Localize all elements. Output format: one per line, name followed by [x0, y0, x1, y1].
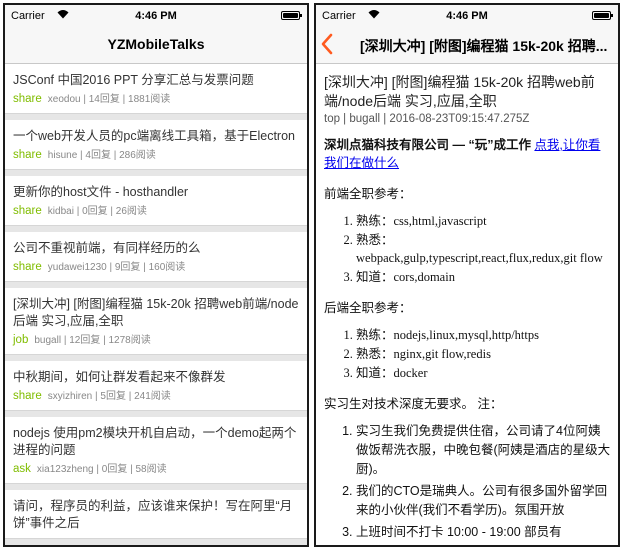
topic-tab-label: job [13, 334, 29, 346]
list-item: 知道：docker [356, 364, 612, 382]
topic-tab-label: share [13, 390, 42, 402]
list-item: 熟悉：webpack,gulp,typescript,react,flux,re… [356, 231, 612, 267]
navigation-bar: YZMobileTalks [5, 27, 307, 64]
topic-title: 更新你的host文件 - hosthandler [13, 185, 189, 199]
topic-list[interactable]: JSConf 中国2016 PPT 分享汇总与发票问题 share xeodou |… [5, 64, 307, 545]
topic-list-item[interactable]: 公司不重视前端，有同样经历的么 share yudawei1230 | 9回复 | … [5, 232, 307, 282]
topic-meta: share yudawei1230 | 9回复 | 160阅读 [13, 260, 299, 275]
topic-title: [深圳大冲] [附图]编程猫 15k-20k 招聘web前端/node后端 实习… [324, 74, 595, 109]
list-item: 熟悉：nginx,git flow,redis [356, 345, 612, 363]
list-item: 实习生我们免费提供住宿，公司请了4位阿姨做饭帮洗衣服，中晚包餐(阿姨是酒店的星级… [356, 422, 612, 479]
topic-list-item[interactable]: JSConf 中国2016 PPT 分享汇总与发票问题 share xeodou |… [5, 64, 307, 114]
topic-stats: xeodou | 14回复 | 1881阅读 [47, 94, 171, 105]
topic-title: 中秋期间，如何让群发看起来不像群发 [13, 370, 226, 384]
topic-title: 一个web开发人员的pc端离线工具箱，基于Electron [13, 129, 295, 143]
topic-tab-label: ask [13, 463, 31, 475]
topic-list-item[interactable]: 更新你的host文件 - hosthandler share kidbai | 0回… [5, 176, 307, 226]
topic-tab-label: share [13, 149, 42, 161]
status-bar: Carrier 4:46 PM [5, 5, 307, 27]
intern-list: 实习生我们免费提供住宿，公司请了4位阿姨做饭帮洗衣服，中晚包餐(阿姨是酒店的星级… [324, 422, 612, 542]
clock: 4:46 PM [446, 10, 488, 22]
list-item: 熟练：css,html,javascript [356, 212, 612, 230]
topic-list-item[interactable]: 一个web开发人员的pc端离线工具箱，基于Electron share hisune… [5, 120, 307, 170]
battery-icon [281, 11, 302, 20]
clock: 4:46 PM [135, 10, 177, 22]
battery-icon [592, 11, 613, 20]
topic-stats: bugall | 12回复 | 1278阅读 [34, 335, 151, 346]
topic-tab-label: share [13, 205, 42, 217]
topic-stats: yudawei1230 | 9回复 | 160阅读 [47, 262, 186, 273]
topic-meta: ask xia123zheng | 0回复 | 58阅读 [13, 462, 299, 477]
frontend-heading: 前端全职参考： [324, 187, 412, 201]
topic-stats: xia123zheng | 0回复 | 58阅读 [36, 464, 167, 475]
topic-meta: share xeodou | 14回复 | 1881阅读 [13, 92, 299, 107]
topic-title: JSConf 中国2016 PPT 分享汇总与发票问题 [13, 73, 254, 87]
topic-list-item[interactable]: 请问，程序员的利益，应该谁来保护！写在阿里“月饼”事件之后 [5, 490, 307, 539]
back-chevron-icon[interactable] [320, 33, 342, 57]
topic-stats: kidbai | 0回复 | 26阅读 [47, 206, 147, 217]
topic-list-screen: Carrier 4:46 PM YZMobileTalks JSConf 中国2… [3, 3, 309, 547]
list-item: 知道：cors,domain [356, 268, 612, 286]
topic-meta: share sxyizhiren | 5回复 | 241阅读 [13, 389, 299, 404]
list-item: 上班时间不打卡 10:00 - 19:00 部员有 [356, 523, 612, 542]
list-item: 熟练：nodejs,linux,mysql,http/https [356, 326, 612, 344]
backend-list: 熟练：nodejs,linux,mysql,http/https 熟悉：ngin… [324, 326, 612, 382]
list-item: 我们的CTO是瑞典人。公司有很多国外留学回来的小伙伴(我们不看学历)。氛围开放 [356, 482, 612, 520]
topic-tab-label: share [13, 93, 42, 105]
topic-title: 请问，程序员的利益，应该谁来保护！写在阿里“月饼”事件之后 [13, 499, 293, 530]
topic-body: 深圳点猫科技有限公司 — “玩”成工作 点我,让你看我们在做什么 前端全职参考：… [324, 136, 612, 542]
topic-list-item[interactable]: nodejs 使用pm2模块开机自启动，一个demo起两个进程的问题 ask xia… [5, 417, 307, 484]
topic-list-item[interactable]: 中秋期间，如何让群发看起来不像群发 share sxyizhiren | 5回复 |… [5, 361, 307, 411]
topic-stats: hisune | 4回复 | 286阅读 [47, 150, 156, 161]
topic-title: [深圳大冲] [附图]编程猫 15k-20k 招聘web前端/node后端 实习… [13, 297, 299, 328]
navigation-bar: [深圳大冲] [附图]编程猫 15k-20k 招聘... [316, 27, 618, 64]
intern-heading: 实习生对技术深度无要求。 注： [324, 397, 503, 411]
headline-text: 深圳点猫科技有限公司 — “玩”成工作 [324, 138, 535, 152]
topic-tab-label: share [13, 261, 42, 273]
topic-stats: sxyizhiren | 5回复 | 241阅读 [47, 391, 171, 402]
topic-meta: top | bugall | 2016-08-23T09:15:47.275Z [324, 113, 530, 125]
topic-meta: share hisune | 4回复 | 286阅读 [13, 148, 299, 163]
nav-title: YZMobileTalks [107, 36, 205, 52]
nav-title: [深圳大冲] [附图]编程猫 15k-20k 招聘... [360, 38, 608, 54]
status-bar: Carrier 4:46 PM [316, 5, 618, 27]
company-headline: 深圳点猫科技有限公司 — “玩”成工作 点我,让你看我们在做什么 [324, 136, 612, 172]
frontend-list: 熟练：css,html,javascript 熟悉：webpack,gulp,t… [324, 212, 612, 286]
topic-meta: job bugall | 12回复 | 1278阅读 [13, 333, 299, 348]
topic-title: nodejs 使用pm2模块开机自启动，一个demo起两个进程的问题 [13, 426, 297, 457]
topic-meta: share kidbai | 0回复 | 26阅读 [13, 204, 299, 219]
topic-title: 公司不重视前端，有同样经历的么 [13, 241, 201, 255]
backend-heading: 后端全职参考： [324, 301, 412, 315]
topic-detail-screen: Carrier 4:46 PM [深圳大冲] [附图]编程猫 15k-20k 招… [314, 3, 620, 547]
topic-detail: [深圳大冲] [附图]编程猫 15k-20k 招聘web前端/node后端 实习… [316, 64, 618, 545]
topic-list-item[interactable]: [深圳大冲] [附图]编程猫 15k-20k 招聘web前端/node后端 实习… [5, 288, 307, 355]
